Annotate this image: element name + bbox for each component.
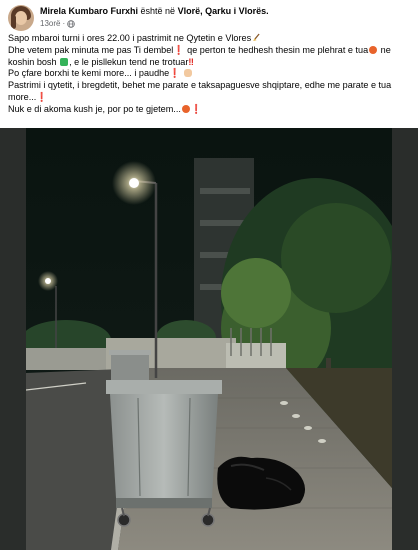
avatar[interactable] [8,5,34,31]
post-photo[interactable] [26,128,392,550]
post-timestamp[interactable]: 13orë [40,19,60,29]
post-header: Mirela Kumbaro Furxhi është në Vlorë, Qa… [0,0,418,32]
post-line-2: Dhe vetem pak minuta me pas Ti dembel❗ q… [8,44,391,55]
angry-face-emoji-icon [181,104,190,113]
broom-emoji-icon [253,33,260,42]
post-line-7: Nuk e di akoma kush je, por po te gjetem… [8,103,203,114]
night-street-photo [26,128,392,550]
post-line-1: Sapo mbaroi turni i ores 22.00 i pastrim… [8,33,412,45]
post-meta: 13orë · [40,19,75,29]
clapping-hands-emoji-icon [184,69,193,78]
globe-icon [67,20,75,28]
post-line-3: koshin bosh , e le pisllekun tend ne tro… [8,56,194,67]
post-body: Sapo mbaroi turni i ores 22.00 i pastrim… [8,33,412,116]
angry-face-emoji-icon [369,45,378,54]
author-name[interactable]: Mirela Kumbaro Furxhi [40,6,138,16]
post-line-4: Po çfare borxhi te kemi more... i paudhe… [8,68,412,80]
recycle-emoji-icon [60,57,69,66]
author-line: Mirela Kumbaro Furxhi është në Vlorë, Qa… [40,6,269,17]
photo-letterbox-left [0,128,26,550]
photo-letterbox-right [392,128,418,550]
checkin-verb: është në [140,6,176,16]
post-line-5: Pastrimi i qytetit, i bregdetit, behet m… [8,80,392,91]
location-link[interactable]: Vlorë, Qarku i Vlorës. [178,6,269,16]
post-line-6: more...❗ [8,91,48,102]
